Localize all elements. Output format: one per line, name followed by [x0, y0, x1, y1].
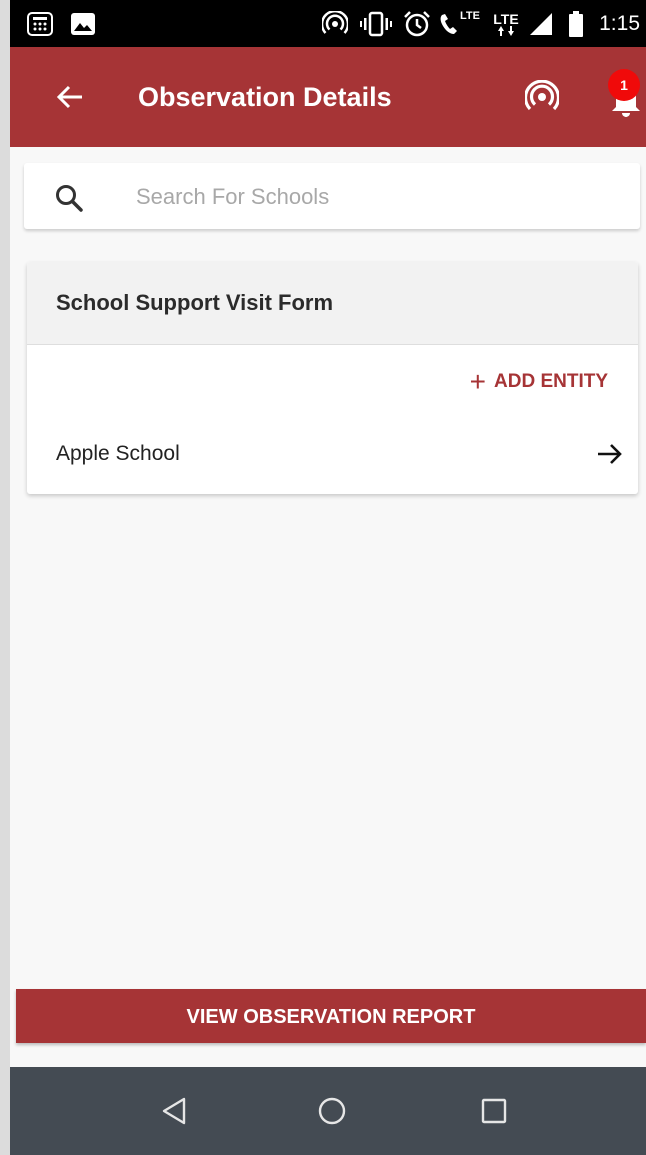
- observation-form-title: School Support Visit Form: [56, 290, 334, 315]
- entity-name: Apple School: [56, 442, 180, 465]
- plus-icon: +: [469, 366, 486, 397]
- observation-card: School Support Visit Form + ADD ENTITY A…: [27, 262, 638, 494]
- lte-label: LTE: [493, 10, 519, 27]
- notification-badge: 1: [608, 69, 640, 101]
- alarm-icon: [402, 0, 432, 47]
- hotspot-icon: [320, 0, 350, 47]
- search-icon: [54, 183, 86, 215]
- image-icon: [68, 0, 98, 47]
- add-entity-button[interactable]: + ADD ENTITY: [470, 366, 608, 398]
- broadcast-icon: [525, 80, 559, 111]
- status-time: 1:15: [599, 12, 640, 35]
- system-nav-bar: [10, 1067, 646, 1155]
- lte-data-icon: LTE: [490, 0, 522, 47]
- search-bar: [24, 163, 640, 229]
- calculator-icon: [24, 0, 56, 47]
- volte-call-icon: LTE: [438, 0, 486, 47]
- page-title: Observation Details: [138, 82, 392, 112]
- lte-label: LTE: [460, 9, 480, 22]
- nav-recents-button[interactable]: [474, 1091, 514, 1131]
- app-screen: LTE LTE 1:15 Observation Details 1 Searc…: [10, 0, 646, 1155]
- observation-card-header: School Support Visit Form: [27, 262, 638, 345]
- nav-back-button[interactable]: [154, 1091, 194, 1131]
- search-input[interactable]: [134, 175, 618, 219]
- entity-list-item[interactable]: Apple School: [27, 424, 638, 484]
- broadcast-button[interactable]: [522, 77, 562, 117]
- home-icon: [318, 1097, 346, 1125]
- back-button[interactable]: [50, 77, 90, 117]
- battery-icon: [566, 0, 586, 47]
- nav-home-button[interactable]: [312, 1091, 352, 1131]
- signal-icon: [528, 0, 554, 47]
- recents-icon: [481, 1098, 507, 1124]
- back-icon: [162, 1097, 186, 1125]
- add-entity-label: ADD ENTITY: [494, 371, 608, 392]
- view-observation-report-button[interactable]: VIEW OBSERVATION REPORT: [16, 989, 646, 1043]
- arrow-forward-icon: [598, 444, 622, 464]
- app-bar: Observation Details 1: [10, 47, 646, 147]
- status-bar: LTE LTE 1:15: [10, 0, 646, 47]
- vibrate-icon: [358, 0, 394, 47]
- arrow-back-icon: [56, 85, 82, 109]
